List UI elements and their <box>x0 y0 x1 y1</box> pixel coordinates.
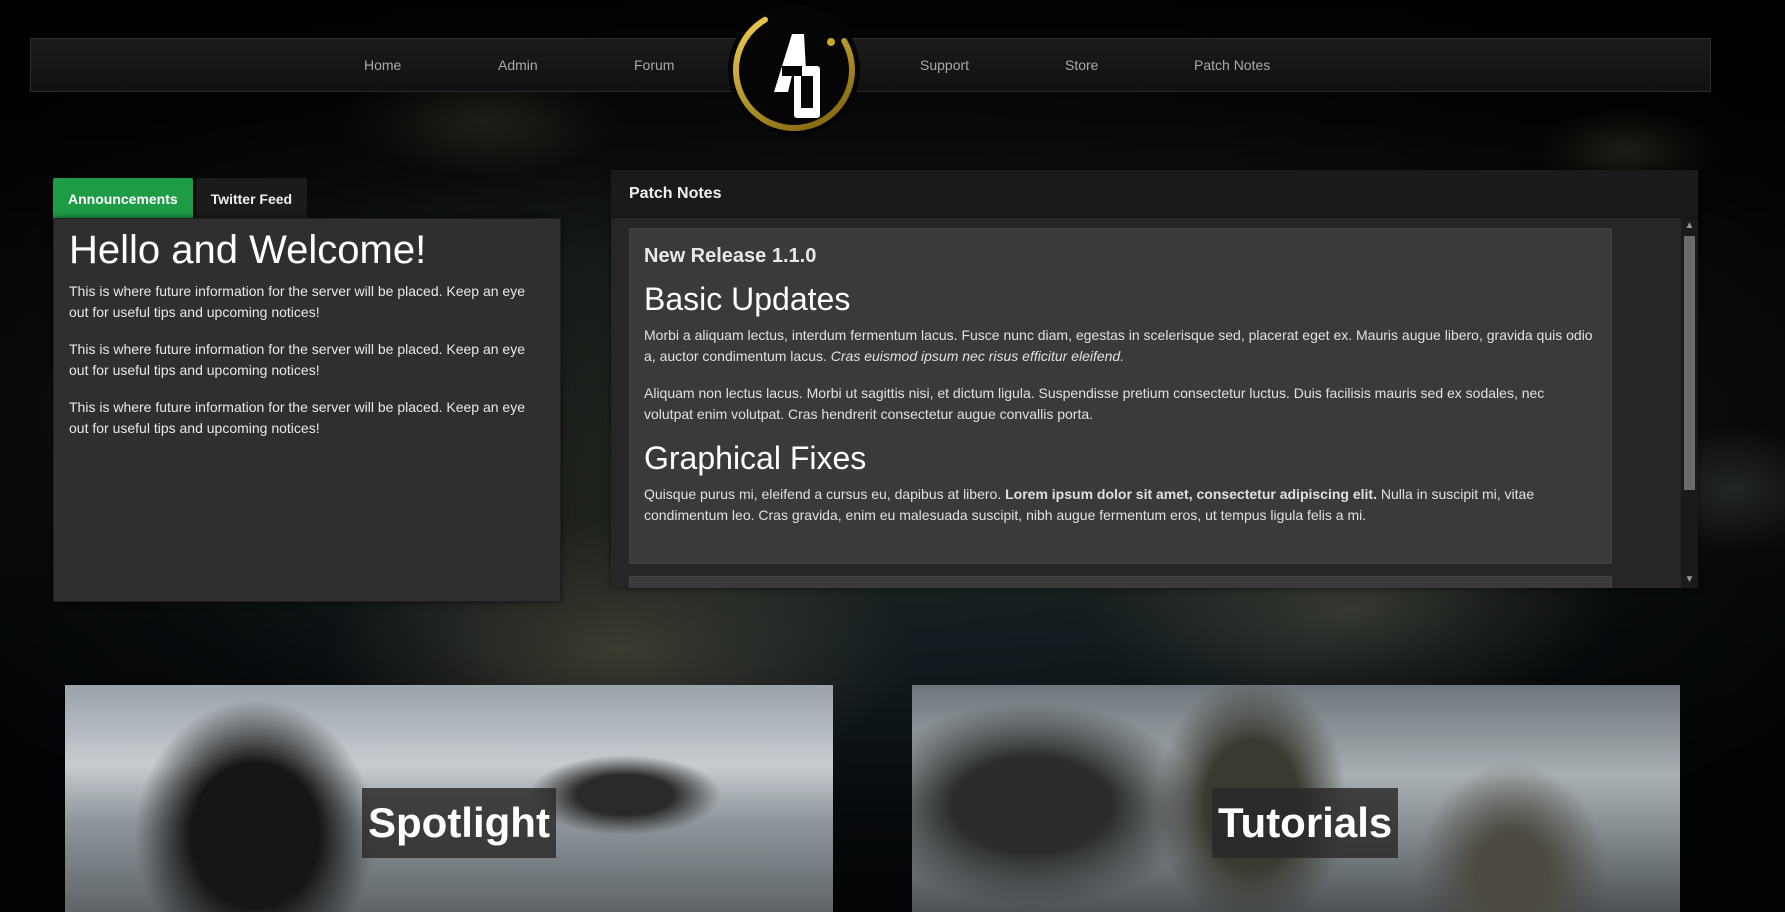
nav-support-link[interactable]: Support <box>920 57 969 73</box>
spotlight-label: Spotlight <box>362 788 556 858</box>
patch-notes-body: New Release 1.1.0 Basic Updates Morbi a … <box>611 218 1698 588</box>
release-paragraph: Quisque purus mi, eleifend a cursus eu, … <box>644 484 1597 526</box>
paragraph-italic-text: Cras euismod ipsum nec risus efficitur e… <box>830 348 1125 365</box>
announcements-panel: Hello and Welcome! This is where future … <box>53 218 561 602</box>
main-navbar: Home Admin Forum Support Store Patch Not… <box>30 38 1711 92</box>
announcement-paragraph: This is where future information for the… <box>69 399 526 436</box>
patch-notes-panel: Patch Notes New Release 1.1.0 Basic Upda… <box>611 170 1698 588</box>
paragraph-text: Quisque purus mi, eleifend a cursus eu, … <box>644 486 1006 503</box>
logo-ao-icon <box>733 16 855 131</box>
spotlight-card[interactable]: Spotlight <box>65 685 833 912</box>
nav-forum-link[interactable]: Forum <box>634 57 674 73</box>
tutorials-card[interactable]: Tutorials <box>912 685 1680 912</box>
tab-announcements[interactable]: Announcements <box>53 178 193 218</box>
release-card-next <box>629 576 1612 588</box>
nav-home-link[interactable]: Home <box>364 57 401 73</box>
nav-admin-link[interactable]: Admin <box>498 57 538 73</box>
release-paragraph: Aliquam non lectus lacus. Morbi ut sagit… <box>644 385 1545 423</box>
release-paragraph: Morbi a aliquam lectus, interdum ferment… <box>644 325 1597 367</box>
release-card: New Release 1.1.0 Basic Updates Morbi a … <box>629 228 1612 564</box>
release-title: New Release 1.1.0 <box>644 245 817 267</box>
welcome-heading: Hello and Welcome! <box>69 228 427 272</box>
paragraph-bold-text: Lorem ipsum dolor sit amet, consectetur … <box>1005 486 1377 503</box>
tutorials-label: Tutorials <box>1212 788 1399 858</box>
scroll-down-arrow-icon[interactable]: ▼ <box>1681 572 1698 588</box>
section-heading-graphical-fixes: Graphical Fixes <box>644 440 867 477</box>
nav-store-link[interactable]: Store <box>1065 57 1098 73</box>
patch-notes-scrollbar[interactable]: ▲ ▼ <box>1681 218 1698 588</box>
scroll-thumb[interactable] <box>1684 236 1695 490</box>
patch-notes-header: Patch Notes <box>611 170 1698 218</box>
section-heading-basic-updates: Basic Updates <box>644 281 851 317</box>
feed-tabs: Announcements Twitter Feed <box>53 178 310 218</box>
site-logo[interactable] <box>728 4 860 136</box>
announcement-paragraph: This is where future information for the… <box>69 341 526 378</box>
tab-twitter-feed[interactable]: Twitter Feed <box>195 178 308 218</box>
scroll-up-arrow-icon[interactable]: ▲ <box>1681 218 1698 234</box>
announcement-paragraph: This is where future information for the… <box>69 283 526 320</box>
nav-patch-notes-link[interactable]: Patch Notes <box>1194 57 1270 73</box>
